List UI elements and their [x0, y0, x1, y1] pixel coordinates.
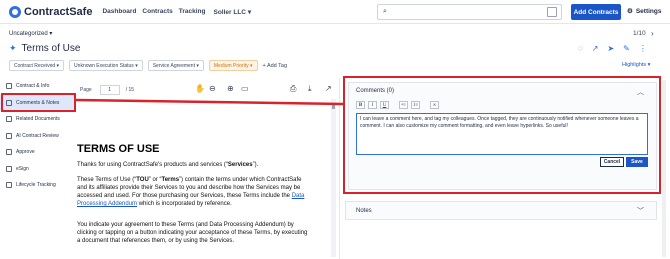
chevron-down-icon[interactable]: ﹀ — [637, 206, 644, 216]
add-contracts-button[interactable]: Add Contracts — [571, 4, 621, 20]
text-run: ”). — [252, 162, 259, 168]
execution-chip[interactable]: Unknown Execution Status ▾ — [69, 60, 143, 71]
logo-text: ContractSafe — [24, 5, 93, 18]
search-box[interactable]: ⌕ — [377, 4, 562, 20]
top-nav: ContractSafe Dashboard Contracts Trackin… — [0, 0, 670, 24]
sidebar-item-lifecycle[interactable]: Lifecycle Tracking — [0, 177, 75, 194]
annotation-highlight-sidebar — [1, 93, 76, 112]
edit-icon[interactable]: ✎ — [623, 44, 630, 53]
highlights-label: Highlights — [622, 62, 647, 68]
ai-icon — [6, 132, 12, 139]
text-run-bold: Services — [227, 162, 253, 168]
page-number-input[interactable]: 1 — [99, 85, 120, 95]
text-run: which is incorporated by reference. — [137, 201, 232, 207]
sidebar-item-esign[interactable]: eSign — [0, 161, 75, 178]
document-paragraph: Thanks for using ContractSafe's products… — [77, 161, 312, 169]
sidebar-item-label: AI Contract Review — [16, 132, 59, 139]
nav-link-dashboard[interactable]: Dashboard — [102, 8, 136, 16]
annotation-highlight-comments — [343, 76, 661, 194]
info-icon — [6, 83, 12, 90]
viewer-toolbar: Page 1 / 15 — [77, 82, 337, 98]
page-title: ✦ Terms of Use — [9, 43, 80, 54]
panel-scrollbar[interactable] — [662, 80, 666, 257]
fit-page-icon[interactable]: ▭ — [241, 84, 249, 93]
document-icon — [6, 116, 12, 123]
execution-chip-label: Unknown Execution Status — [74, 62, 134, 69]
sparkle-icon: ✦ — [9, 43, 17, 53]
sidebar-item-related-documents[interactable]: Related Documents — [0, 111, 75, 128]
text-run: ” or “ — [148, 177, 162, 183]
logo[interactable]: ContractSafe — [9, 5, 93, 18]
lifecycle-icon — [6, 182, 12, 189]
sidebar-item-label: Related Documents — [16, 116, 60, 123]
settings-label: Settings — [635, 7, 662, 15]
open-external-icon[interactable]: ↗ — [325, 84, 332, 93]
send-icon[interactable]: ➤ — [607, 44, 614, 53]
notes-title: Notes — [356, 208, 372, 214]
sidebar-item-approve[interactable]: Approve — [0, 144, 75, 161]
document-paragraph: You indicate your agreement to these Ter… — [77, 222, 308, 244]
chevron-down-icon: ▾ — [49, 31, 53, 37]
nav-links: Dashboard Contracts Tracking Soller LLC … — [102, 8, 251, 16]
scrollbar-thumb[interactable] — [332, 103, 335, 109]
document-paragraph: These Terms of Use (“TOU” or “Terms”) co… — [77, 176, 312, 208]
sidebar-item-label: Lifecycle Tracking — [16, 182, 56, 189]
zoom-in-icon[interactable]: ⊕ — [227, 84, 234, 93]
check-icon — [6, 149, 12, 156]
comment-icon[interactable]: ◌ — [578, 44, 583, 53]
priority-chip[interactable]: Medium Priority ▾ — [208, 60, 258, 71]
text-run: Thanks for using ContractSafe's products… — [77, 162, 228, 168]
type-chip[interactable]: Service Agreement ▾ — [147, 60, 204, 71]
document-scrollbar[interactable] — [331, 99, 336, 257]
status-chip[interactable]: Contract Received ▾ — [9, 60, 65, 71]
page-total: / 15 — [125, 87, 135, 93]
open-external-icon[interactable]: ↗ — [592, 44, 599, 53]
type-chip-label: Service Agreement — [152, 62, 195, 69]
more-icon[interactable]: ⋮ — [639, 44, 647, 53]
nav-link-contracts[interactable]: Contracts — [142, 8, 172, 16]
document-actions: ◌ ↗ ➤ ✎ ⋮ — [578, 44, 647, 53]
chevron-right-icon[interactable]: › — [651, 29, 654, 38]
hand-tool-icon[interactable]: ✋ — [195, 84, 205, 93]
divider — [339, 78, 340, 259]
search-icon: ⌕ — [383, 8, 387, 15]
signature-icon — [6, 165, 12, 172]
chevron-down-icon: ▾ — [247, 8, 252, 16]
search-input[interactable] — [390, 9, 541, 15]
zoom-out-icon[interactable]: ⊖ — [209, 84, 216, 93]
sidebar-item-ai-review[interactable]: AI Contract Review — [0, 128, 75, 145]
add-tag-button[interactable]: + Add Tag — [263, 63, 288, 69]
sidebar-item-label: Approve — [16, 149, 35, 156]
notes-panel[interactable]: Notes ﹀ — [345, 201, 657, 220]
text-run: These Terms of Use (“ — [77, 177, 137, 183]
document-pager: 1/10 — [633, 30, 646, 37]
folder-selector[interactable]: Uncategorized ▾ — [9, 30, 52, 37]
print-icon[interactable]: ⎙ — [290, 84, 296, 94]
settings-button[interactable]: ⚙ Settings — [627, 7, 662, 16]
nav-link-tracking[interactable]: Tracking — [179, 8, 206, 16]
tag-filters: Contract Received ▾ Unknown Execution St… — [9, 60, 287, 71]
text-run-bold: TOU — [136, 177, 149, 183]
org-switcher[interactable]: Soller LLC ▾ — [214, 8, 252, 16]
sidebar-item-label: Contract & Info — [16, 83, 50, 90]
folder-name: Uncategorized — [9, 31, 48, 37]
status-chip-label: Contract Received — [14, 62, 56, 69]
document-title: Terms of Use — [21, 43, 81, 54]
highlights-toggle[interactable]: Highlights ▾ — [622, 62, 650, 68]
document-page: TERMS OF USE Thanks for using ContractSa… — [77, 99, 331, 259]
sidebar-item-label: eSign — [16, 165, 29, 172]
download-icon[interactable]: ⤓ — [308, 84, 312, 94]
text-run-bold: Terms — [161, 177, 180, 183]
gear-icon: ⚙ — [627, 8, 633, 15]
document-heading: TERMS OF USE — [77, 143, 160, 155]
page-label: Page — [80, 87, 92, 93]
priority-chip-label: Medium Priority — [213, 62, 249, 69]
org-name: Soller LLC — [213, 8, 247, 16]
document-search-icon[interactable] — [547, 7, 557, 17]
logo-icon — [9, 5, 21, 18]
